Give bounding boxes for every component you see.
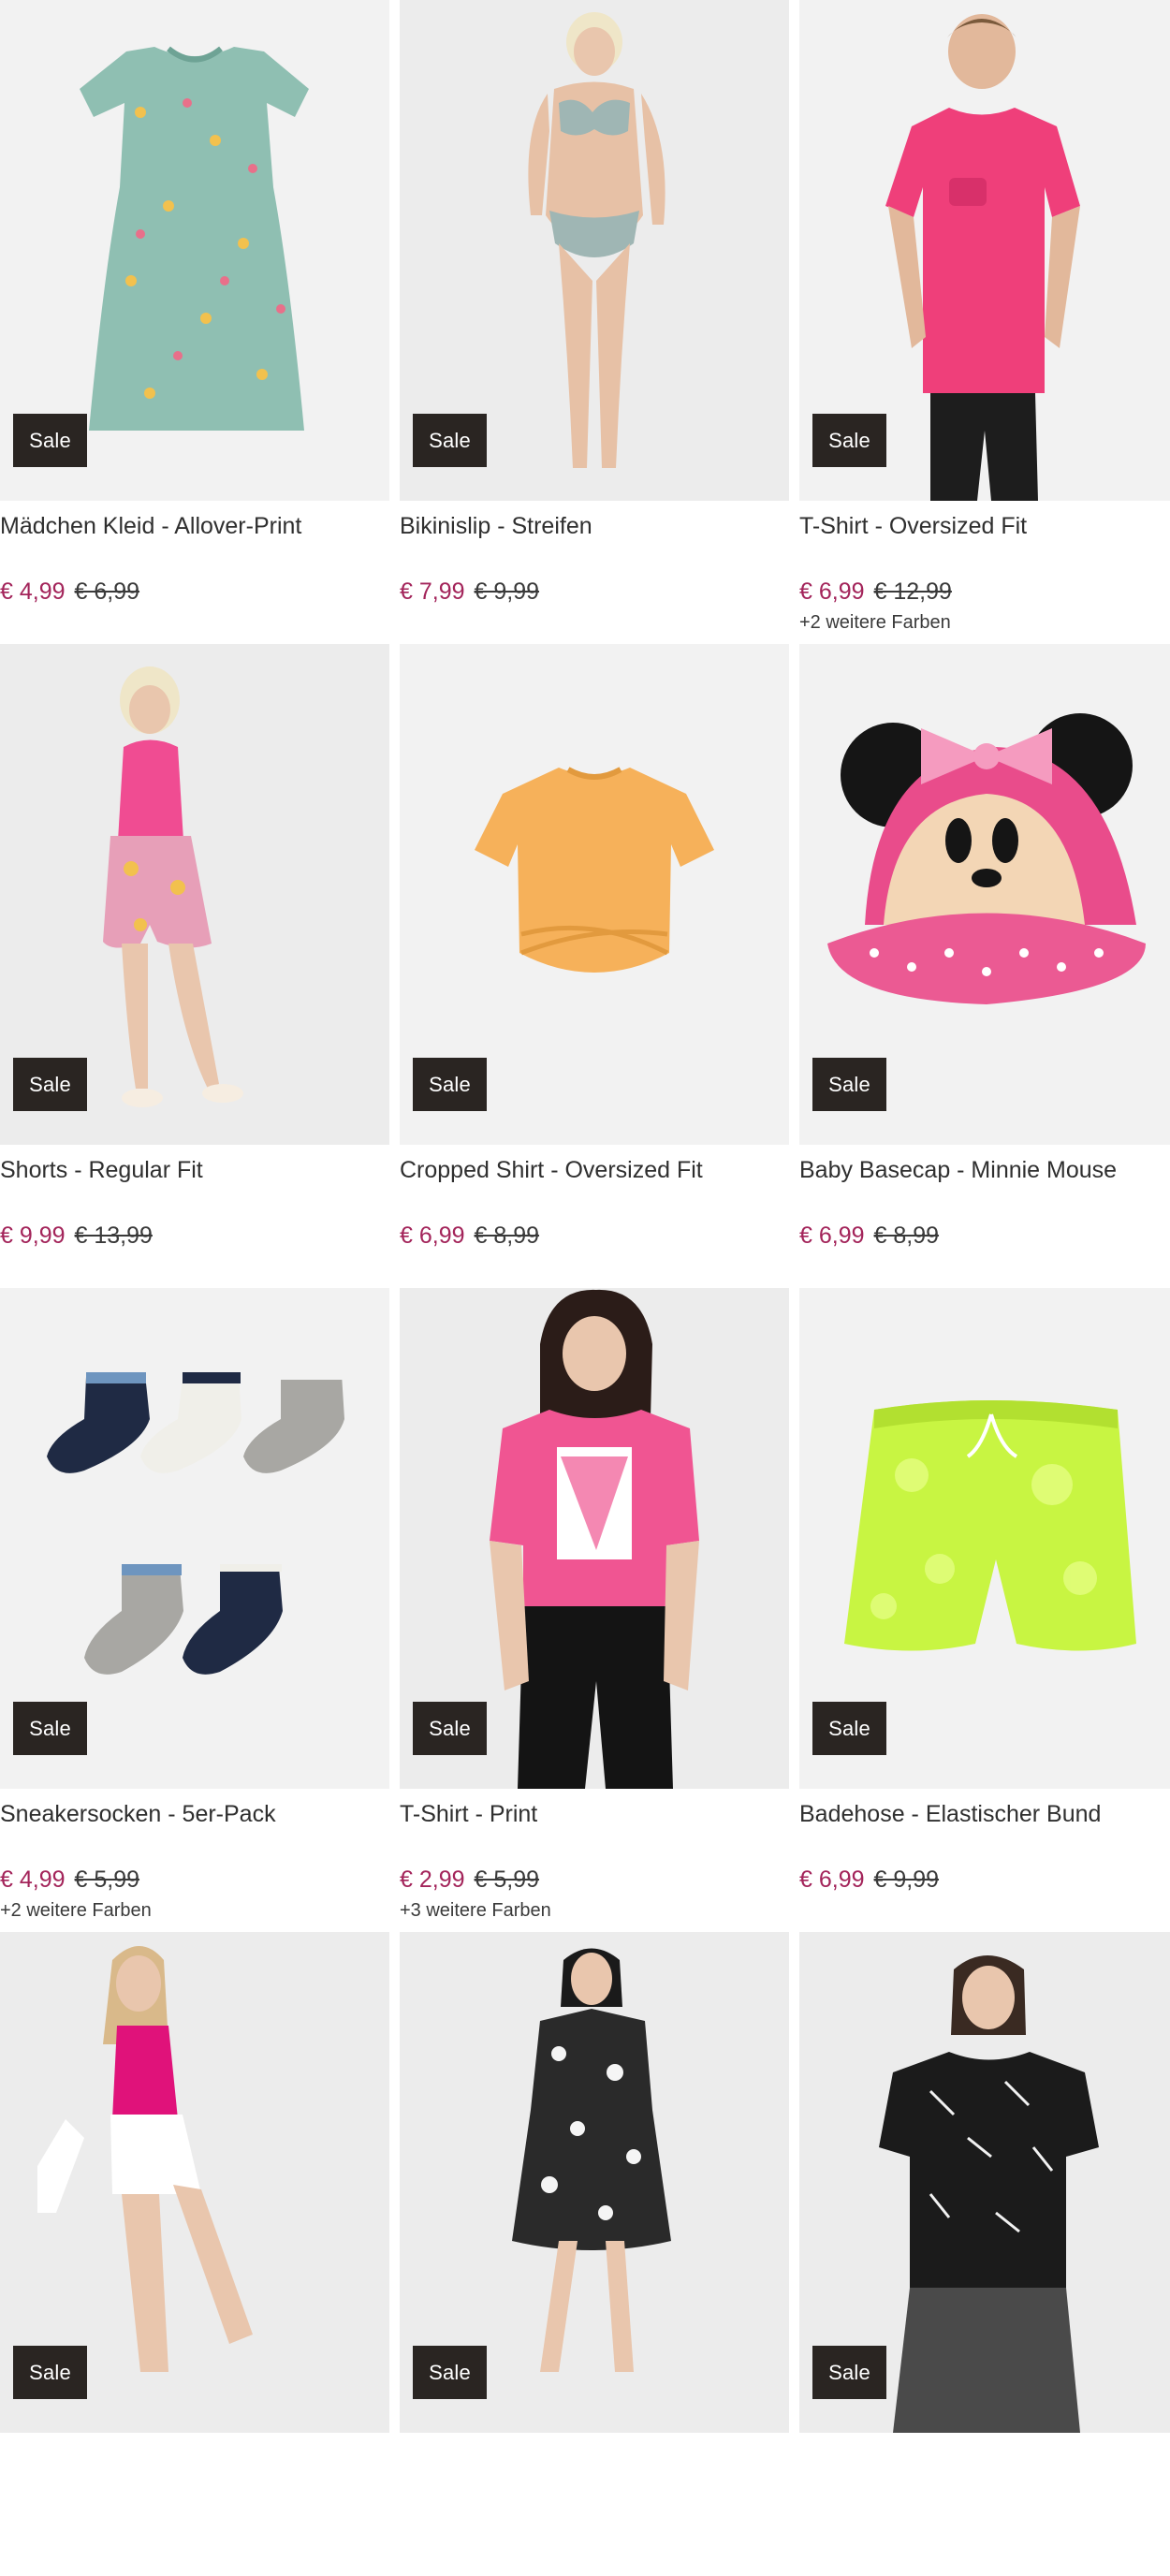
sale-badge: Sale — [413, 1058, 487, 1111]
price-current: € 7,99 — [400, 578, 465, 605]
product-image[interactable]: Sale — [400, 1932, 789, 2433]
price-original: € 9,99 — [474, 578, 540, 605]
price-current: € 2,99 — [400, 1866, 465, 1893]
price-original: € 8,99 — [873, 1222, 940, 1249]
product-card[interactable]: Sale Bikinislip - Streifen € 7,99 € 9,99 — [400, 0, 789, 644]
price-current: € 4,99 — [0, 578, 66, 605]
product-prices: € 6,99 € 8,99 — [400, 1222, 789, 1250]
product-image[interactable]: Sale — [400, 1288, 789, 1789]
price-original: € 5,99 — [474, 1866, 540, 1893]
sale-badge: Sale — [413, 2346, 487, 2399]
more-colors-link[interactable]: +3 weitere Farben — [400, 1899, 789, 1922]
product-prices: € 7,99 € 9,99 — [400, 578, 789, 606]
product-card[interactable]: Sale — [400, 1932, 789, 2576]
product-prices: € 6,99 € 12,99 — [799, 578, 1170, 606]
product-title[interactable]: T-Shirt - Print — [400, 1798, 789, 1830]
product-title[interactable]: Bikinislip - Streifen — [400, 510, 789, 542]
product-card[interactable]: Sale T-Shirt - Oversized Fit € 6,99 € 12,… — [799, 0, 1170, 644]
product-title[interactable]: Cropped Shirt - Oversized Fit — [400, 1154, 789, 1186]
price-original: € 6,99 — [74, 578, 140, 605]
product-grid: Sale Mädchen Kleid - Allover-Print € 4,9… — [0, 0, 1170, 2576]
product-prices: € 9,99 € 13,99 — [0, 1222, 389, 1250]
price-original: € 12,99 — [873, 578, 952, 605]
sale-badge: Sale — [812, 1058, 886, 1111]
product-title[interactable]: Sneakersocken - 5er-Pack — [0, 1798, 389, 1830]
price-original: € 5,99 — [74, 1866, 140, 1893]
product-prices: € 4,99 € 5,99 — [0, 1866, 389, 1894]
product-image[interactable]: Sale — [0, 0, 389, 501]
product-image[interactable]: Sale — [400, 0, 789, 501]
price-original: € 8,99 — [474, 1222, 540, 1249]
product-card[interactable]: Sale Mädchen Kleid - Allover-Print € 4,9… — [0, 0, 389, 644]
product-card[interactable]: Sale Badehose - Elastischer Bund € 6,99 €… — [799, 1288, 1170, 1932]
price-current: € 6,99 — [799, 578, 865, 605]
price-current: € 9,99 — [0, 1222, 66, 1249]
product-card[interactable]: Sale Cropped Shirt - Oversized Fit € 6,9… — [400, 644, 789, 1288]
sale-badge: Sale — [13, 2346, 87, 2399]
product-card[interactable]: Sale — [799, 1932, 1170, 2576]
more-colors-link[interactable]: +2 weitere Farben — [0, 1899, 389, 1922]
sale-badge: Sale — [413, 1702, 487, 1755]
product-prices: € 6,99 € 8,99 — [799, 1222, 1170, 1250]
product-title[interactable]: T-Shirt - Oversized Fit — [799, 510, 1170, 542]
product-title[interactable]: Baby Basecap - Minnie Mouse — [799, 1154, 1170, 1186]
product-image[interactable]: Sale — [0, 644, 389, 1145]
product-title[interactable]: Shorts - Regular Fit — [0, 1154, 389, 1186]
product-image[interactable]: Sale — [400, 644, 789, 1145]
product-image[interactable]: Sale — [799, 0, 1170, 501]
product-image[interactable]: Sale — [799, 1288, 1170, 1789]
sale-badge: Sale — [13, 414, 87, 467]
sale-badge: Sale — [812, 1702, 886, 1755]
product-card[interactable]: Sale — [0, 1932, 389, 2576]
price-original: € 9,99 — [873, 1866, 940, 1893]
product-prices: € 2,99 € 5,99 — [400, 1866, 789, 1894]
sale-badge: Sale — [812, 414, 886, 467]
product-title[interactable]: Mädchen Kleid - Allover-Print — [0, 510, 389, 542]
product-title[interactable]: Badehose - Elastischer Bund — [799, 1798, 1170, 1830]
product-image[interactable]: Sale — [799, 1932, 1170, 2433]
product-prices: € 4,99 € 6,99 — [0, 578, 389, 606]
product-card[interactable]: Sale Sneakersocken - 5er-Pack € 4,99 € 5,… — [0, 1288, 389, 1932]
price-original: € 13,99 — [74, 1222, 153, 1249]
price-current: € 6,99 — [799, 1222, 865, 1249]
sale-badge: Sale — [413, 414, 487, 467]
product-prices: € 6,99 € 9,99 — [799, 1866, 1170, 1894]
price-current: € 6,99 — [799, 1866, 865, 1893]
product-card[interactable]: Sale Shorts - Regular Fit € 9,99 € 13,99 — [0, 644, 389, 1288]
sale-badge: Sale — [812, 2346, 886, 2399]
product-card[interactable]: Sale Baby Basecap - Minnie Mouse € 6,99 €… — [799, 644, 1170, 1288]
product-image[interactable]: Sale — [0, 1288, 389, 1789]
product-image[interactable]: Sale — [0, 1932, 389, 2433]
product-card[interactable]: Sale T-Shirt - Print € 2,99 € 5,99 +3 wei… — [400, 1288, 789, 1932]
price-current: € 4,99 — [0, 1866, 66, 1893]
more-colors-link[interactable]: +2 weitere Farben — [799, 611, 1170, 634]
sale-badge: Sale — [13, 1702, 87, 1755]
sale-badge: Sale — [13, 1058, 87, 1111]
price-current: € 6,99 — [400, 1222, 465, 1249]
product-image[interactable]: Sale — [799, 644, 1170, 1145]
